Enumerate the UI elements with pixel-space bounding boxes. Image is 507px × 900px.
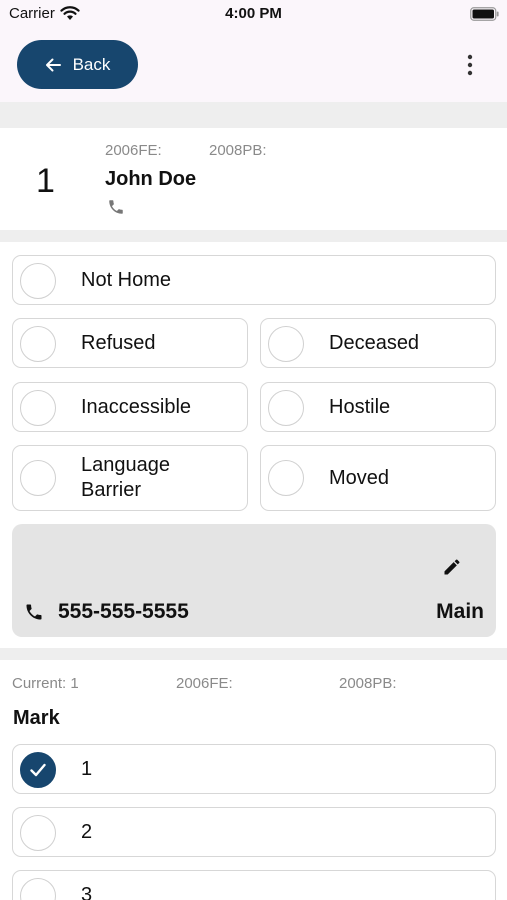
back-button[interactable]: Back	[17, 40, 138, 89]
option-label: 1	[81, 757, 93, 780]
radio-circle[interactable]	[20, 326, 56, 362]
radio-circle[interactable]	[20, 460, 56, 496]
code-2006fe: 2006FE:	[176, 675, 233, 692]
option-language-barrier[interactable]: Language Barrier	[12, 445, 248, 511]
code-2006fe: 2006FE:	[105, 142, 162, 159]
back-label: Back	[72, 54, 111, 74]
checkmark-icon	[30, 763, 46, 777]
radio-circle[interactable]	[20, 878, 56, 900]
phone-type: Main	[436, 600, 484, 623]
household-name: John Doe	[105, 168, 197, 190]
divider	[0, 102, 507, 128]
code-2008pb: 2008PB:	[339, 675, 397, 692]
battery-icon	[470, 7, 499, 21]
back-arrow-icon	[45, 58, 61, 71]
current-mark-label: Current: 1	[12, 675, 79, 692]
option-label: Inaccessible	[81, 395, 192, 418]
clock: 4:00 PM	[225, 5, 282, 22]
option-label: 2	[81, 820, 93, 843]
radio-circle[interactable]	[268, 326, 304, 362]
radio-checked[interactable]	[20, 752, 56, 788]
divider	[0, 648, 507, 660]
phone-icon	[26, 604, 42, 620]
option-label: Not Home	[81, 268, 172, 291]
household-card: 1 2006FE: 2008PB: John Doe	[0, 128, 507, 230]
code-2008pb: 2008PB:	[209, 142, 267, 159]
option-label: Refused	[81, 331, 156, 354]
mark-option-1[interactable]: 1	[12, 744, 496, 794]
divider	[0, 230, 507, 242]
edit-pencil-icon[interactable]	[442, 557, 462, 577]
radio-circle[interactable]	[268, 460, 304, 496]
radio-circle[interactable]	[20, 390, 56, 426]
status-bar: Carrier 4:00 PM	[0, 0, 507, 28]
option-label: 3	[81, 883, 93, 900]
option-refused[interactable]: Refused	[12, 318, 248, 368]
household-number: 1	[36, 162, 55, 200]
option-label: Moved	[329, 466, 390, 489]
option-not-home[interactable]: Not Home	[12, 255, 496, 305]
radio-circle[interactable]	[20, 263, 56, 299]
app-header: Back	[0, 28, 507, 102]
option-moved[interactable]: Moved	[260, 445, 496, 511]
option-hostile[interactable]: Hostile	[260, 382, 496, 432]
option-deceased[interactable]: Deceased	[260, 318, 496, 368]
mark-heading: Mark	[13, 707, 60, 729]
radio-circle[interactable]	[20, 815, 56, 851]
option-inaccessible[interactable]: Inaccessible	[12, 382, 248, 432]
phone-number[interactable]: 555-555-5555	[58, 600, 189, 624]
more-vertical-icon[interactable]	[461, 53, 479, 77]
radio-circle[interactable]	[268, 390, 304, 426]
mark-option-3[interactable]: 3	[12, 870, 496, 900]
phone-card[interactable]: 555-555-5555 Main	[12, 524, 496, 637]
option-label: Deceased	[329, 331, 420, 354]
mark-option-2[interactable]: 2	[12, 807, 496, 857]
option-label: Language Barrier	[81, 454, 170, 501]
option-label: Hostile	[329, 395, 391, 418]
phone-icon[interactable]	[107, 198, 125, 216]
